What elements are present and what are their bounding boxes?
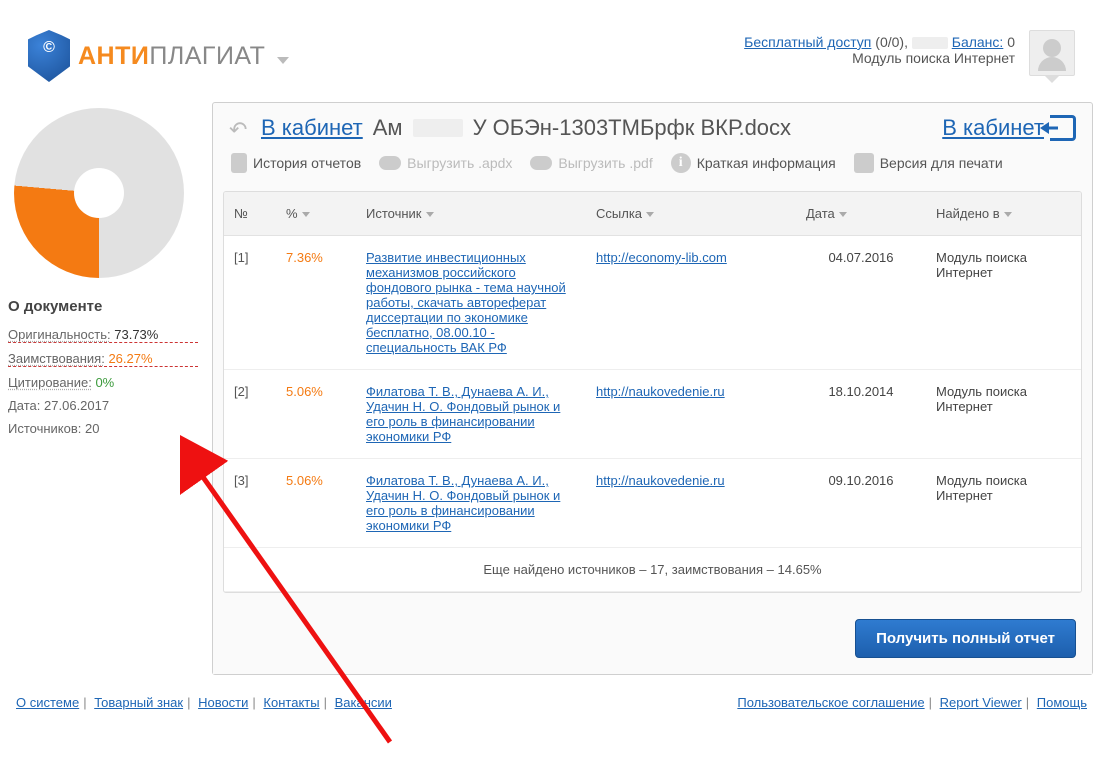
sources-stat: Источников: 20 [8,421,198,436]
doc-name-suffix: У ОБЭн-1303ТМБрфк ВКР.docx [473,115,791,141]
cell-num: [1] [224,236,276,370]
sources-panel: № % Источник Ссылка Дата Найдено в [1]7.… [223,191,1082,593]
citation-stat: Цитирование: 0% [8,375,198,390]
footer-link[interactable]: Report Viewer [940,695,1022,710]
cell-date: 18.10.2014 [796,370,926,459]
info-icon [671,153,691,173]
cell-pct: 5.06% [276,370,356,459]
source-link[interactable]: Филатова Т. В., Дунаева А. И., Удачин Н.… [366,384,560,444]
brief-info-button[interactable]: Краткая информация [671,153,836,173]
cell-pct: 7.36% [276,236,356,370]
redacted [413,119,463,137]
col-pct[interactable]: % [276,192,356,236]
cell-num: [3] [224,459,276,548]
action-bar: Получить полный отчет [213,603,1092,674]
back-to-cabinet-link[interactable]: В кабинет [261,115,363,141]
footer-link[interactable]: Пользовательское соглашение [737,695,924,710]
external-link[interactable]: http://naukovedenie.ru [596,473,725,488]
cell-num: [2] [224,370,276,459]
borrowing-stat: Заимствования: 26.27% [8,351,198,367]
top-bar: АНТИПЛАГИАТ Бесплатный доступ (0/0), Бал… [0,0,1103,82]
source-link[interactable]: Филатова Т. В., Дунаева А. И., Удачин Н.… [366,473,560,533]
col-num[interactable]: № [224,192,276,236]
sidebar: О документе Оригинальность: 73.73% Заимс… [8,102,198,675]
top-right: Бесплатный доступ (0/0), Баланс: 0 Модул… [744,30,1075,76]
date-stat: Дата: 27.06.2017 [8,398,198,413]
logo-text: АНТИПЛАГИАТ [78,42,289,71]
redacted [912,37,948,49]
sources-table: № % Источник Ссылка Дата Найдено в [1]7.… [224,192,1081,592]
footer-link[interactable]: Товарный знак [94,695,183,710]
footer-link[interactable]: Новости [198,695,248,710]
cloud-download-icon [530,156,552,170]
full-report-button[interactable]: Получить полный отчет [855,619,1076,658]
toolbar: История отчетов Выгрузить .apdx Выгрузит… [213,143,1092,191]
shield-icon [28,30,70,82]
avatar[interactable] [1029,30,1075,76]
content-panel: ↶ В кабинет Ам У ОБЭн-1303ТМБрфк ВКР.doc… [212,102,1093,675]
originality-donut-chart [14,108,184,278]
cell-source: Развитие инвестиционных механизмов росси… [356,236,586,370]
table-row: [3]5.06%Филатова Т. В., Дунаева А. И., У… [224,459,1081,548]
footer-left: О системе| Товарный знак| Новости| Конта… [16,695,392,710]
exit-icon [1050,115,1076,141]
free-access-count: (0/0), [875,34,908,50]
sort-icon [839,212,847,217]
history-button[interactable]: История отчетов [231,153,361,173]
cell-date: 09.10.2016 [796,459,926,548]
about-document-heading: О документе [8,298,198,315]
external-link[interactable]: http://economy-lib.com [596,250,727,265]
main: О документе Оригинальность: 73.73% Заимс… [0,82,1103,685]
col-link[interactable]: Ссылка [586,192,796,236]
logo[interactable]: АНТИПЛАГИАТ [28,30,289,82]
table-row: [1]7.36%Развитие инвестиционных механизм… [224,236,1081,370]
print-button[interactable]: Версия для печати [854,153,1003,173]
col-source[interactable]: Источник [356,192,586,236]
sort-icon [646,212,654,217]
doc-name-prefix: Ам [373,115,403,141]
cell-pct: 5.06% [276,459,356,548]
cell-source: Филатова Т. В., Дунаева А. И., Удачин Н.… [356,370,586,459]
free-access-link[interactable]: Бесплатный доступ [744,34,871,50]
logo-text-orange: АНТИ [78,42,149,70]
table-row: [2]5.06%Филатова Т. В., Дунаева А. И., У… [224,370,1081,459]
more-sources-row: Еще найдено источников – 17, заимствован… [224,548,1081,592]
cell-link: http://naukovedenie.ru [586,459,796,548]
cell-date: 04.07.2016 [796,236,926,370]
footer: О системе| Товарный знак| Новости| Конта… [0,685,1103,726]
cloud-download-icon [379,156,401,170]
export-pdf-button[interactable]: Выгрузить .pdf [530,155,652,171]
external-link[interactable]: http://naukovedenie.ru [596,384,725,399]
footer-link[interactable]: Вакансии [335,695,392,710]
originality-stat: Оригинальность: 73.73% [8,327,198,343]
col-date[interactable]: Дата [796,192,926,236]
back-arrow-icon[interactable]: ↶ [229,117,251,139]
sort-icon [426,212,434,217]
footer-link[interactable]: О системе [16,695,79,710]
sort-icon [1004,212,1012,217]
footer-right: Пользовательское соглашение| Report View… [737,695,1087,710]
cell-module: Модуль поиска Интернет [926,370,1081,459]
balance-value: 0 [1007,34,1015,50]
col-found[interactable]: Найдено в [926,192,1081,236]
sort-icon [302,212,310,217]
cell-link: http://economy-lib.com [586,236,796,370]
footer-link[interactable]: Контакты [263,695,319,710]
cell-link: http://naukovedenie.ru [586,370,796,459]
source-link[interactable]: Развитие инвестиционных механизмов росси… [366,250,566,355]
cell-source: Филатова Т. В., Дунаева А. И., Удачин Н.… [356,459,586,548]
print-icon [854,153,874,173]
cell-module: Модуль поиска Интернет [926,459,1081,548]
module-line: Модуль поиска Интернет [744,50,1015,66]
export-apdx-button[interactable]: Выгрузить .apdx [379,155,512,171]
cell-module: Модуль поиска Интернет [926,236,1081,370]
cabinet-exit-link[interactable]: В кабинет [942,115,1076,141]
document-icon [231,153,247,173]
footer-link[interactable]: Помощь [1037,695,1087,710]
logo-text-gray: ПЛАГИАТ [149,42,265,70]
balance-link[interactable]: Баланс: [952,34,1004,50]
chevron-down-icon[interactable] [277,57,289,64]
panel-header: ↶ В кабинет Ам У ОБЭн-1303ТМБрфк ВКР.doc… [213,103,1092,143]
